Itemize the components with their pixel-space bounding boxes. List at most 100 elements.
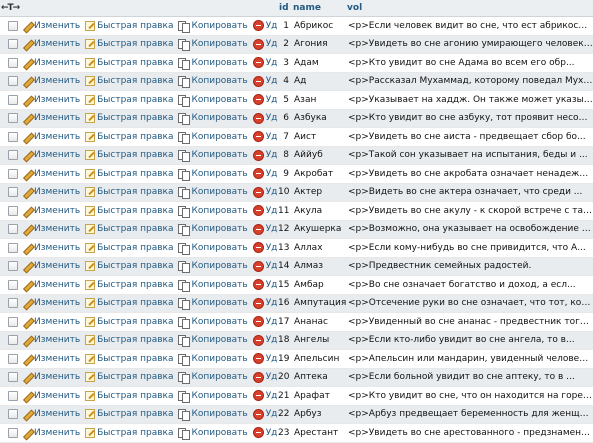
delete-link[interactable]: Удалить xyxy=(252,223,278,235)
quick-edit-link[interactable]: Быстрая правка xyxy=(85,261,173,272)
row-checkbox[interactable] xyxy=(8,76,18,86)
copy-link[interactable]: Копировать xyxy=(178,113,248,126)
quick-edit-link[interactable]: Быстрая правка xyxy=(85,224,173,235)
copy-link[interactable]: Копировать xyxy=(178,427,248,440)
copy-link[interactable]: Копировать xyxy=(178,131,248,144)
edit-link[interactable]: Изменить xyxy=(22,335,80,345)
column-arrows-icon[interactable]: ←T→ xyxy=(1,3,20,13)
edit-link[interactable]: Изменить xyxy=(22,409,80,419)
row-checkbox[interactable] xyxy=(8,94,18,105)
row-checkbox[interactable] xyxy=(8,298,18,308)
edit-link[interactable]: Изменить xyxy=(22,206,80,216)
delete-link[interactable]: Удалить xyxy=(252,20,278,32)
quick-edit-link[interactable]: Быстрая правка xyxy=(85,20,173,31)
row-checkbox[interactable] xyxy=(8,409,18,419)
delete-link[interactable]: Удалить xyxy=(252,205,278,217)
quick-edit-link[interactable]: Быстрая правка xyxy=(85,242,173,253)
delete-link[interactable]: Удалить xyxy=(252,94,278,106)
copy-link[interactable]: Копировать xyxy=(178,57,248,70)
copy-link[interactable]: Копировать xyxy=(178,316,248,329)
quick-edit-link[interactable]: Быстрая правка xyxy=(85,298,173,309)
edit-link[interactable]: Изменить xyxy=(22,317,80,327)
copy-link[interactable]: Копировать xyxy=(178,150,248,163)
copy-link[interactable]: Копировать xyxy=(178,20,248,33)
row-checkbox[interactable] xyxy=(8,279,18,290)
edit-link[interactable]: Изменить xyxy=(22,21,80,31)
edit-link[interactable]: Изменить xyxy=(22,243,80,253)
edit-link[interactable]: Изменить xyxy=(22,76,80,86)
edit-link[interactable]: Изменить xyxy=(22,224,80,234)
row-checkbox[interactable] xyxy=(8,242,18,253)
edit-link[interactable]: Изменить xyxy=(22,95,80,105)
quick-edit-link[interactable]: Быстрая правка xyxy=(85,168,173,179)
copy-link[interactable]: Копировать xyxy=(178,39,248,52)
copy-link[interactable]: Копировать xyxy=(178,94,248,107)
copy-link[interactable]: Копировать xyxy=(178,224,248,237)
edit-link[interactable]: Изменить xyxy=(22,132,80,142)
quick-edit-link[interactable]: Быстрая правка xyxy=(85,39,173,50)
quick-edit-link[interactable]: Быстрая правка xyxy=(85,427,173,438)
copy-link[interactable]: Копировать xyxy=(178,390,248,403)
copy-link[interactable]: Копировать xyxy=(178,353,248,366)
delete-link[interactable]: Удалить xyxy=(252,168,278,180)
delete-link[interactable]: Удалить xyxy=(252,316,278,328)
delete-link[interactable]: Удалить xyxy=(252,371,278,383)
quick-edit-link[interactable]: Быстрая правка xyxy=(85,353,173,364)
edit-link[interactable]: Изменить xyxy=(22,39,80,49)
row-checkbox[interactable] xyxy=(8,113,18,123)
row-checkbox[interactable] xyxy=(8,261,18,271)
quick-edit-link[interactable]: Быстрая правка xyxy=(85,390,173,401)
delete-link[interactable]: Удалить xyxy=(252,408,278,420)
column-header-vol[interactable]: vol xyxy=(346,0,593,17)
edit-link[interactable]: Изменить xyxy=(22,169,80,179)
quick-edit-link[interactable]: Быстрая правка xyxy=(85,316,173,327)
copy-link[interactable]: Копировать xyxy=(178,187,248,200)
row-checkbox[interactable] xyxy=(8,131,18,142)
delete-link[interactable]: Удалить xyxy=(252,390,278,402)
delete-link[interactable]: Удалить xyxy=(252,427,278,439)
edit-link[interactable]: Изменить xyxy=(22,261,80,271)
quick-edit-link[interactable]: Быстрая правка xyxy=(85,113,173,124)
copy-link[interactable]: Копировать xyxy=(178,335,248,348)
row-checkbox[interactable] xyxy=(8,168,18,179)
delete-link[interactable]: Удалить xyxy=(252,57,278,69)
copy-link[interactable]: Копировать xyxy=(178,372,248,385)
copy-link[interactable]: Копировать xyxy=(178,205,248,218)
row-checkbox[interactable] xyxy=(8,390,18,401)
row-checkbox[interactable] xyxy=(8,187,18,197)
row-checkbox[interactable] xyxy=(8,20,18,31)
quick-edit-link[interactable]: Быстрая правка xyxy=(85,150,173,161)
delete-link[interactable]: Удалить xyxy=(252,334,278,346)
edit-link[interactable]: Изменить xyxy=(22,187,80,197)
copy-link[interactable]: Копировать xyxy=(178,409,248,422)
quick-edit-link[interactable]: Быстрая правка xyxy=(85,94,173,105)
row-checkbox[interactable] xyxy=(8,316,18,327)
edit-link[interactable]: Изменить xyxy=(22,298,80,308)
copy-link[interactable]: Копировать xyxy=(178,168,248,181)
delete-link[interactable]: Удалить xyxy=(252,75,278,87)
row-checkbox[interactable] xyxy=(8,39,18,49)
quick-edit-link[interactable]: Быстрая правка xyxy=(85,335,173,346)
quick-edit-link[interactable]: Быстрая правка xyxy=(85,57,173,68)
column-header-name[interactable]: name xyxy=(292,0,347,17)
quick-edit-link[interactable]: Быстрая правка xyxy=(85,187,173,198)
row-checkbox[interactable] xyxy=(8,335,18,345)
edit-link[interactable]: Изменить xyxy=(22,391,80,401)
copy-link[interactable]: Копировать xyxy=(178,279,248,292)
quick-edit-link[interactable]: Быстрая правка xyxy=(85,372,173,383)
row-checkbox[interactable] xyxy=(8,150,18,160)
copy-link[interactable]: Копировать xyxy=(178,242,248,255)
copy-link[interactable]: Копировать xyxy=(178,298,248,311)
row-checkbox[interactable] xyxy=(8,205,18,216)
row-checkbox[interactable] xyxy=(8,372,18,382)
row-checkbox[interactable] xyxy=(8,57,18,68)
quick-edit-link[interactable]: Быстрая правка xyxy=(85,279,173,290)
quick-edit-link[interactable]: Быстрая правка xyxy=(85,131,173,142)
copy-link[interactable]: Копировать xyxy=(178,261,248,274)
delete-link[interactable]: Удалить xyxy=(252,297,278,309)
delete-link[interactable]: Удалить xyxy=(252,186,278,198)
row-checkbox[interactable] xyxy=(8,353,18,364)
row-checkbox[interactable] xyxy=(8,224,18,234)
delete-link[interactable]: Удалить xyxy=(252,260,278,272)
edit-link[interactable]: Изменить xyxy=(22,113,80,123)
